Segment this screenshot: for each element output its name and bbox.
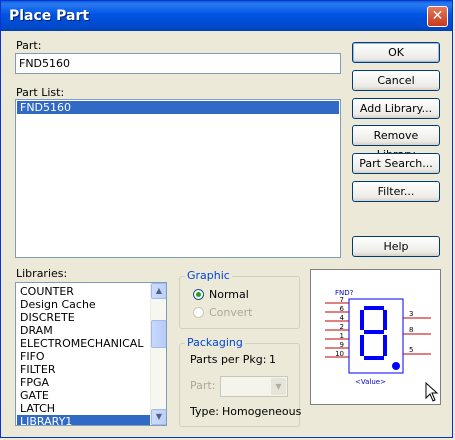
parts-per-pkg-value: 1: [269, 353, 276, 366]
convert-radio-label: Convert: [209, 306, 253, 319]
library-item[interactable]: Design Cache: [17, 298, 150, 311]
ok-button[interactable]: OK: [352, 42, 440, 63]
part-select-label: Part:: [190, 379, 216, 392]
pin-number: 4: [340, 314, 345, 322]
parts-per-pkg-label: Parts per Pkg:: [190, 353, 267, 366]
libraries-list[interactable]: COUNTER Design Cache DISCRETE DRAM ELECTROME…: [15, 282, 167, 426]
close-icon: ✕: [431, 8, 444, 24]
part-label: Part:: [16, 39, 42, 52]
symbol-body: [348, 298, 404, 374]
normal-radio[interactable]: [193, 289, 204, 300]
scroll-thumb[interactable]: [151, 320, 166, 348]
library-item[interactable]: ELECTROMECHANICAL: [17, 337, 150, 350]
type-label: Type:: [190, 405, 219, 418]
libraries-scrollbar[interactable]: ▲ ▼: [150, 283, 166, 425]
library-item[interactable]: COUNTER: [17, 285, 150, 298]
part-input-value: FND5160: [19, 57, 71, 70]
library-item[interactable]: LATCH: [17, 402, 150, 415]
library-item[interactable]: FIFO: [17, 350, 150, 363]
place-part-dialog: Place Part ✕ Part: FND5160 Part List: FN…: [0, 0, 453, 438]
remove-library-button[interactable]: Remove Library: [352, 125, 440, 161]
part-list[interactable]: FND5160: [15, 99, 341, 258]
part-select: ▼: [220, 376, 288, 397]
pin-number: 1: [340, 332, 344, 340]
fnd-symbol: FND? 76421910 3 8 5 <Value>: [325, 289, 431, 386]
part-preview: FND? 7 6 4 2 1 9 10 3 8 5 <Value>: [310, 269, 441, 405]
library-item[interactable]: LIBRARY1: [17, 415, 150, 425]
graphic-group-title: Graphic: [185, 269, 232, 282]
title-bar[interactable]: Place Part ✕: [1, 1, 452, 31]
packaging-group-title: Packaging: [185, 336, 245, 349]
pin-number: 10: [335, 350, 344, 358]
graphic-group: [179, 276, 300, 329]
help-button[interactable]: Help: [352, 236, 440, 257]
left-pins: 76421910: [325, 296, 349, 358]
chevron-down-icon: ▼: [271, 378, 286, 395]
window-title: Place Part: [9, 8, 90, 24]
symbol-value: <Value>: [355, 378, 386, 386]
normal-radio-label[interactable]: Normal: [209, 288, 249, 301]
scroll-up-button[interactable]: ▲: [151, 283, 166, 299]
pin-number: 8: [409, 326, 413, 334]
symbol-ref: FND?: [335, 289, 354, 297]
library-item[interactable]: GATE: [17, 389, 150, 402]
libraries-items: COUNTER Design Cache DISCRETE DRAM ELECTROME…: [17, 285, 150, 425]
scroll-down-button[interactable]: ▼: [151, 409, 166, 425]
part-search-button[interactable]: Part Search...: [352, 153, 440, 174]
pin-number: 2: [340, 323, 344, 331]
library-item[interactable]: DRAM: [17, 324, 150, 337]
cancel-button[interactable]: Cancel: [352, 70, 440, 91]
add-library-button[interactable]: Add Library...: [352, 98, 440, 119]
seven-segment-icon: [360, 306, 400, 370]
pin-number: 5: [409, 346, 413, 354]
type-value: Homogeneous: [222, 405, 302, 418]
pin-number: 9: [340, 341, 344, 349]
filter-button[interactable]: Filter...: [352, 181, 440, 202]
convert-radio: [193, 307, 204, 318]
library-item[interactable]: FILTER: [17, 363, 150, 376]
library-item[interactable]: FPGA: [17, 376, 150, 389]
library-item[interactable]: DISCRETE: [17, 311, 150, 324]
close-button[interactable]: ✕: [427, 6, 448, 27]
chevron-up-icon: ▲: [155, 286, 163, 295]
chevron-down-icon: ▼: [155, 412, 163, 421]
mouse-pointer-icon: [425, 382, 439, 402]
pin-number: 3: [409, 310, 413, 318]
pin-number: 6: [340, 305, 345, 313]
part-list-label: Part List:: [16, 86, 65, 99]
right-pins: 3 8 5: [403, 310, 431, 355]
libraries-label: Libraries:: [16, 267, 68, 280]
pin-number: 7: [340, 296, 344, 304]
part-input[interactable]: FND5160: [15, 53, 341, 74]
part-list-item[interactable]: FND5160: [17, 101, 339, 114]
